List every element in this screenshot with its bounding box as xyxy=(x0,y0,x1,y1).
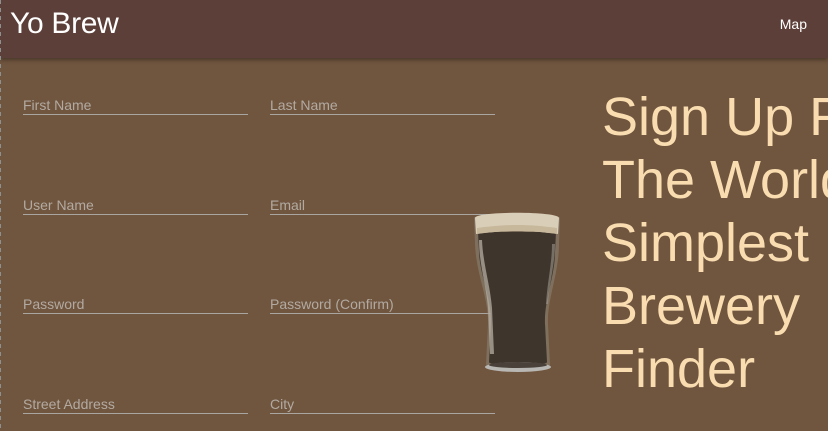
last-name-field: Last Name xyxy=(270,75,495,115)
password-confirm-input[interactable] xyxy=(270,274,495,314)
user-name-input[interactable] xyxy=(23,175,248,215)
brand-title[interactable]: Yo Brew xyxy=(10,6,119,42)
left-edge-divider xyxy=(0,0,1,431)
nav-map-link[interactable]: Map xyxy=(780,16,807,32)
email-field: Email xyxy=(270,175,495,215)
signup-form: First Name Last Name User Name Email Pas… xyxy=(23,58,495,431)
beer-glass-icon xyxy=(468,204,568,376)
user-name-field: User Name xyxy=(23,175,248,215)
city-input[interactable] xyxy=(270,374,495,414)
city-field: City xyxy=(270,374,495,414)
headline-line-4: Brewery xyxy=(602,276,801,336)
street-address-input[interactable] xyxy=(23,374,248,414)
headline-line-3: Simplest xyxy=(602,213,810,273)
headline-line-2: The World's xyxy=(602,150,828,210)
password-confirm-field: Password (Confirm) xyxy=(270,274,495,314)
first-name-input[interactable] xyxy=(23,75,248,115)
first-name-field: First Name xyxy=(23,75,248,115)
email-input[interactable] xyxy=(270,175,495,215)
password-input[interactable] xyxy=(23,274,248,314)
headline-line-1: Sign Up For xyxy=(602,87,828,147)
top-app-bar: Yo Brew Map xyxy=(0,0,828,58)
hero-headline: Sign Up For The World's Simplest Brewery… xyxy=(602,86,828,406)
street-address-field: Street Address xyxy=(23,374,248,414)
headline-line-5: Finder xyxy=(602,339,756,399)
last-name-input[interactable] xyxy=(270,75,495,115)
password-field: Password xyxy=(23,274,248,314)
